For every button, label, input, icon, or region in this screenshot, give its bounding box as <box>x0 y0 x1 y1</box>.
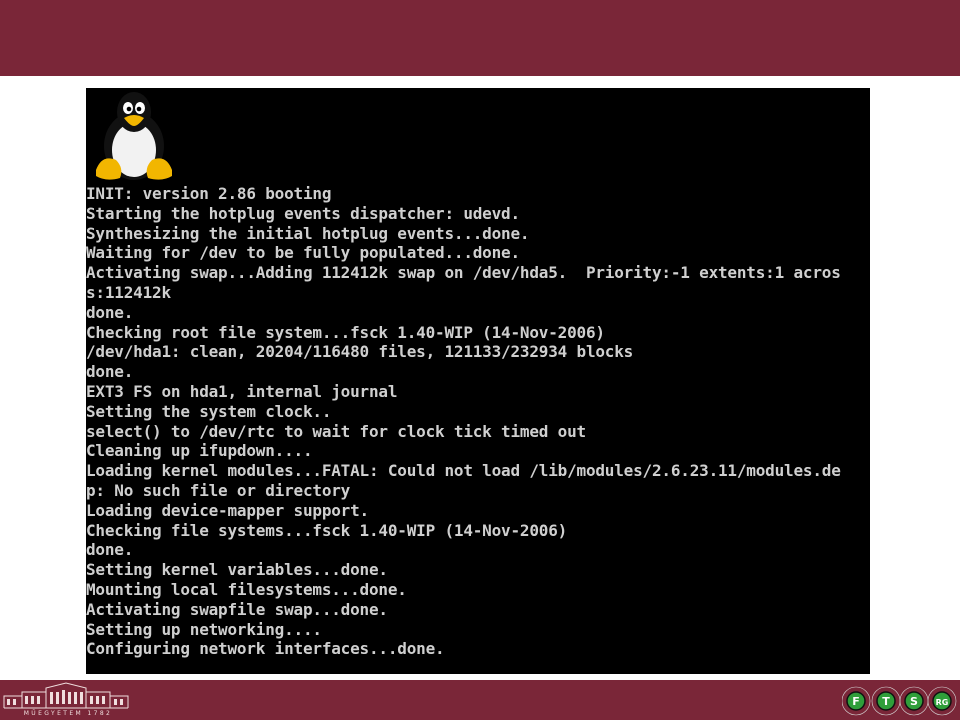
boot-log-line: Cleaning up ifupdown.... <box>86 441 313 461</box>
boot-log-line: Synthesizing the initial hotplug events.… <box>86 223 530 243</box>
boot-log-line: Waiting for /dev to be fully populated..… <box>86 243 520 263</box>
boot-log-line: INIT: version 2.86 booting <box>86 184 332 203</box>
boot-log-line: Setting the system clock.. <box>86 401 332 421</box>
boot-log-line: Activating swapfile swap...done. <box>86 599 388 619</box>
boot-log-line: EXT3 FS on hda1, internal journal <box>86 381 398 401</box>
boot-log-line: done. <box>86 302 134 322</box>
boot-log-line: select() to /dev/rtc to wait for clock t… <box>86 421 586 441</box>
boot-log-line: Loading kernel modules...FATAL: Could no… <box>86 461 841 481</box>
tux-penguin-icon <box>96 92 172 180</box>
logo-badge-letter: RG <box>936 698 949 707</box>
boot-log-line: s:112412k <box>86 282 171 302</box>
boot-log-line: Checking root file system...fsck 1.40-WI… <box>86 322 605 342</box>
boot-log-line: p: No such file or directory <box>86 480 351 500</box>
logo-badge-letter: T <box>882 695 890 708</box>
boot-log-line: Starting the hotplug events dispatcher: … <box>86 203 520 223</box>
university-logo-text: MŰEGYETEM 1782 <box>23 710 113 717</box>
boot-log: INIT: version 2.86 booting Starting the h… <box>86 184 870 659</box>
logo-badge-letter: F <box>852 695 860 708</box>
boot-log-line: /dev/hda1: clean, 20204/116480 files, 12… <box>86 342 634 362</box>
boot-log-line: Setting kernel variables...done. <box>86 560 388 580</box>
header-band <box>0 0 960 76</box>
ftsrg-logo-icon: F T S RG <box>842 686 957 716</box>
footer-band <box>0 680 960 720</box>
boot-log-line: Activating swap...Adding 112412k swap on… <box>86 263 841 283</box>
boot-log-line: Mounting local filesystems...done. <box>86 579 407 599</box>
boot-log-line: done. <box>86 540 134 560</box>
logo-badge-letter: S <box>910 695 918 708</box>
boot-log-line: Setting up networking.... <box>86 619 322 639</box>
boot-log-line: done. <box>86 362 134 382</box>
boot-log-line: Checking file systems...fsck 1.40-WIP (1… <box>86 520 568 540</box>
terminal-screenshot: INIT: version 2.86 booting Starting the h… <box>86 88 870 674</box>
boot-log-line: Loading device-mapper support. <box>86 500 369 520</box>
boot-log-line: Configuring network interfaces...done. <box>86 639 445 659</box>
